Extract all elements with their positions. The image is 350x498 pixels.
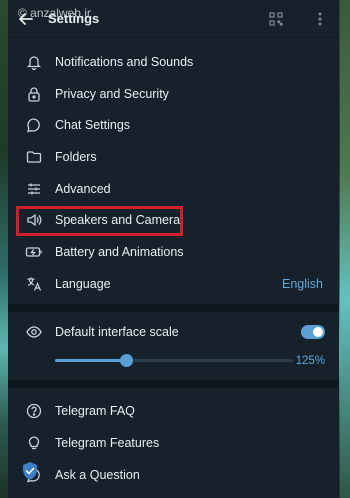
- menu-item-battery[interactable]: Battery and Animations: [8, 236, 339, 268]
- settings-menu: Notifications and Sounds Privacy and Sec…: [8, 38, 339, 300]
- scale-slider-row: 125%: [8, 348, 339, 374]
- section-divider: [8, 379, 339, 388]
- menu-item-privacy[interactable]: Privacy and Security: [8, 78, 339, 110]
- lock-icon: [25, 85, 43, 103]
- more-vertical-icon[interactable]: [311, 10, 329, 28]
- menu-item-advanced[interactable]: Advanced: [8, 173, 339, 205]
- menu-item-label: Notifications and Sounds: [55, 54, 194, 69]
- scale-toggle[interactable]: [301, 324, 325, 339]
- lightbulb-icon: [25, 434, 43, 452]
- menu-item-label: Language: [55, 276, 111, 291]
- menu-item-label: Advanced: [55, 181, 111, 196]
- help-menu: Telegram FAQ Telegram Features Ask a Que…: [8, 392, 339, 491]
- section-divider: [8, 303, 339, 312]
- chat-icon: [25, 116, 43, 134]
- speaker-icon: [25, 211, 43, 229]
- menu-item-folders[interactable]: Folders: [8, 141, 339, 173]
- background-edge: [340, 0, 350, 498]
- shield-check-icon: [17, 458, 43, 484]
- sliders-icon: [25, 180, 43, 198]
- menu-item-faq[interactable]: Telegram FAQ: [8, 396, 339, 428]
- folder-icon: [25, 148, 43, 166]
- scale-slider-knob[interactable]: [120, 354, 134, 367]
- menu-item-label: Privacy and Security: [55, 86, 169, 101]
- eye-icon: [25, 323, 43, 341]
- menu-item-label: Chat Settings: [55, 118, 131, 133]
- menu-item-label: Ask a Question: [55, 467, 140, 482]
- menu-item-ask-question[interactable]: Ask a Question: [8, 459, 339, 491]
- menu-item-label: Speakers and Camera: [55, 213, 181, 228]
- qr-code-icon[interactable]: [267, 10, 285, 28]
- scale-value: 125%: [295, 354, 325, 367]
- watermark-text: © anzalweb.ir: [18, 6, 91, 20]
- scale-slider-fill: [55, 359, 127, 362]
- menu-item-notifications[interactable]: Notifications and Sounds: [8, 46, 339, 78]
- menu-item-label: Telegram FAQ: [55, 404, 135, 419]
- battery-icon: [25, 243, 43, 261]
- settings-panel: © anzalweb.ir Settings Notifications and…: [8, 0, 339, 498]
- scale-slider[interactable]: [55, 354, 293, 367]
- menu-item-speakers-camera[interactable]: Speakers and Camera: [8, 204, 339, 237]
- menu-item-label: Telegram Features: [55, 436, 160, 451]
- interface-scale-row[interactable]: Default interface scale: [8, 316, 339, 348]
- menu-item-chat-settings[interactable]: Chat Settings: [8, 109, 339, 141]
- menu-item-label: Battery and Animations: [55, 244, 184, 259]
- settings-header: © anzalweb.ir Settings: [8, 0, 339, 38]
- language-value[interactable]: English: [282, 277, 323, 291]
- menu-item-language[interactable]: Language English: [8, 268, 339, 300]
- scale-label: Default interface scale: [55, 324, 179, 339]
- menu-item-features[interactable]: Telegram Features: [8, 427, 339, 459]
- bell-icon: [25, 53, 43, 71]
- menu-item-label: Folders: [55, 149, 97, 164]
- help-circle-icon: [25, 402, 43, 420]
- translate-icon: [25, 275, 43, 293]
